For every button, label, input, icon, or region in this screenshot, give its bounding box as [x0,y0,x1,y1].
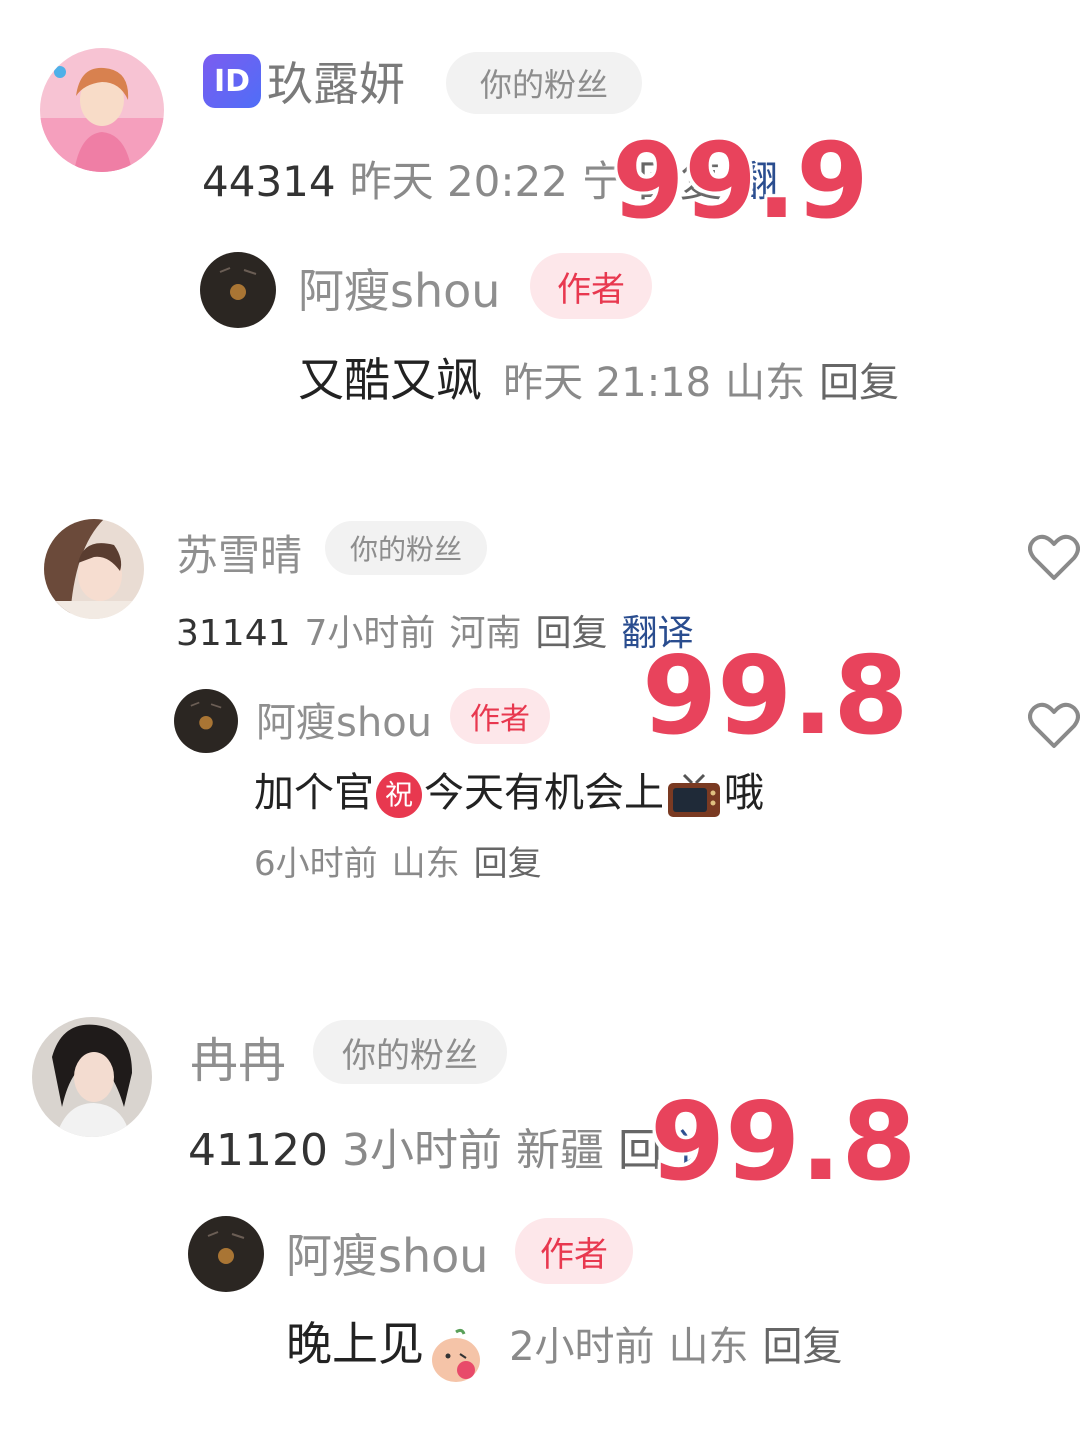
author-badge: 作者 [530,253,652,319]
author-avatar[interactable] [188,1216,264,1292]
reply-time: 6小时前 [254,844,378,884]
author-avatar[interactable] [200,252,276,328]
fan-badge: 你的粉丝 [325,521,487,575]
comment-meta: 41120 3小时前 新疆回译 [188,1114,720,1178]
reply-meta: 6小时前 山东 回复 [254,836,556,885]
avatar-image [200,252,276,328]
reply-button[interactable]: 回复 [819,360,899,406]
reply-location: 山东 [391,844,460,884]
reply-content: 晚上见 [286,1317,424,1371]
reply-button[interactable]: 回复 [763,1324,843,1370]
like-count: 44314 [202,157,336,206]
reply-button[interactable]: 回复 [474,844,542,884]
avatar-image [174,689,238,753]
commenter-avatar[interactable] [32,1017,152,1137]
reply-text-part: 哦 [724,770,764,816]
commenter-name[interactable]: 冉冉 [190,1021,286,1091]
kiss-emoji-icon [432,1328,480,1382]
blessing-emoji-icon: 祝 [376,772,422,818]
tv-icon [668,773,720,817]
comment-time: 昨天 20:22 [349,157,568,206]
fan-badge: 你的粉丝 [313,1020,507,1084]
commenter-name[interactable]: 玖露妍 [267,48,405,114]
reply-location: 山东 [725,360,806,406]
avatar-image [32,1017,152,1137]
commenter-avatar[interactable] [44,519,144,619]
comment-location: 新疆 [515,1125,604,1176]
like-count: 31141 [176,613,291,654]
author-name[interactable]: 阿瘦shou [256,690,432,748]
author-name[interactable]: 阿瘦shou [286,1220,488,1286]
avatar-image [188,1216,264,1292]
heart-icon[interactable] [1028,534,1080,582]
overlay-score: 99.8 [642,634,909,759]
reply-time: 昨天 21:18 [503,360,712,406]
reply-button[interactable]: 回复 [535,613,607,654]
reply-text-part: 今天有机会上 [424,770,664,816]
reply-content: 又酷又飒 [298,353,482,407]
overlay-score: 99.9 [612,120,869,242]
avatar-image [44,519,144,619]
comment-meta: 31141 7小时前 河南 回复 翻译 [176,604,693,656]
comment-time: 7小时前 [304,613,436,654]
like-count: 41120 [188,1125,328,1176]
reply-time: 2小时前 [509,1324,655,1370]
commenter-name[interactable]: 苏雪晴 [176,522,302,583]
commenter-avatar[interactable] [40,48,164,172]
avatar-image [40,48,164,172]
reply-location: 山东 [668,1324,749,1370]
id-badge: ID [203,54,261,108]
reply-text-part: 加个官 [254,770,374,816]
author-badge: 作者 [515,1218,633,1284]
overlay-score: 99.8 [650,1080,917,1205]
comment-location: 河南 [449,613,522,654]
author-badge: 作者 [450,688,550,744]
author-avatar[interactable] [174,689,238,753]
author-name[interactable]: 阿瘦shou [298,255,500,321]
reply-content: 加个官祝今天有机会上 哦 [254,760,764,819]
comment-time: 3小时前 [341,1125,502,1176]
fan-badge: 你的粉丝 [446,52,642,114]
heart-icon[interactable] [1028,702,1080,750]
